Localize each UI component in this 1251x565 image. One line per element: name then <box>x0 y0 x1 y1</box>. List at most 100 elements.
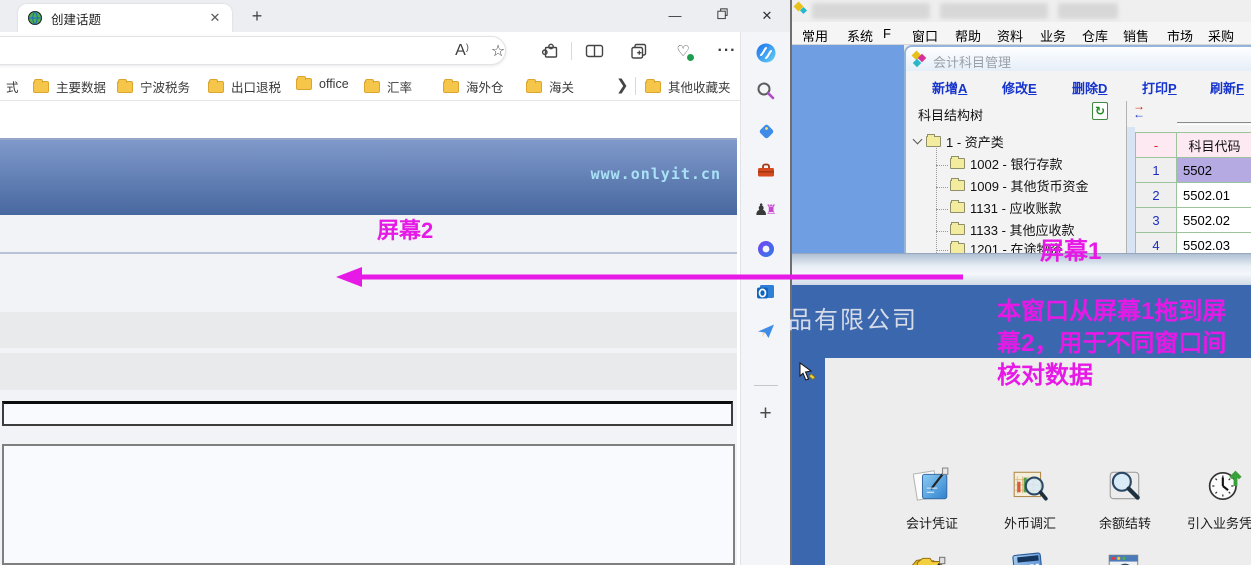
financial-report-icon <box>1105 551 1143 565</box>
read-aloud-icon[interactable]: A) <box>449 39 475 63</box>
tree-guide-stub <box>936 187 948 188</box>
table-cell[interactable]: 5502.02 <box>1176 207 1251 233</box>
shopping-tag-icon[interactable] <box>754 119 778 143</box>
table-row-number[interactable]: 1 <box>1135 157 1177 183</box>
extensions-icon[interactable] <box>538 39 564 63</box>
sidebar-add-icon[interactable]: + <box>759 402 771 426</box>
tab-close-icon[interactable]: ✕ <box>207 10 223 26</box>
table-cell[interactable]: 5502.01 <box>1176 182 1251 208</box>
menu-help[interactable]: 帮助 <box>955 26 981 45</box>
app-logo-icon <box>800 7 807 14</box>
page-divider <box>0 252 737 254</box>
table-cell-selected[interactable]: 5502 <box>1176 157 1251 183</box>
bookmark-folder[interactable]: 出口退税 <box>208 77 281 96</box>
table-cell[interactable]: 5502.03 <box>1176 232 1251 253</box>
tree-folder-icon <box>950 224 965 235</box>
body-textarea[interactable] <box>2 444 735 565</box>
table-row-number[interactable]: 2 <box>1135 182 1177 208</box>
menu-business[interactable]: 业务 <box>1040 26 1066 45</box>
redacted-title-text <box>1058 3 1118 19</box>
screenshot-root: 创建话题 ✕ + — ✕ A) ☆ <box>0 0 1251 565</box>
module-balance-carryover[interactable]: 余额结转 <box>1077 467 1173 532</box>
menu-sales[interactable]: 销售 <box>1123 26 1149 45</box>
desktop-blue-panel <box>792 45 904 253</box>
browser-tab[interactable]: 创建话题 ✕ <box>18 4 232 32</box>
module-import-voucher[interactable]: 引入业务凭证 <box>1178 467 1251 532</box>
tree-node-root[interactable]: 1 - 资产类 <box>914 132 1004 151</box>
company-window-titlebar[interactable]: 品有限公司 <box>792 285 1251 358</box>
forex-icon <box>1011 467 1049 505</box>
new-tab-button[interactable]: + <box>246 5 268 27</box>
refresh-tree-icon[interactable]: ↻ <box>1092 102 1108 120</box>
chevron-down-icon[interactable] <box>913 135 923 145</box>
favorite-star-icon[interactable]: ☆ <box>485 39 511 63</box>
drop-send-icon[interactable] <box>754 319 778 343</box>
bookmarks-divider <box>635 77 636 95</box>
refresh-button[interactable]: 刷新F <box>1210 78 1244 97</box>
bookmark-folder[interactable]: 宁波税务 <box>117 77 190 96</box>
menu-f[interactable]: F <box>883 26 891 41</box>
add-button[interactable]: 新增A <box>932 78 967 97</box>
folder-icon <box>208 81 224 93</box>
sidebar-divider <box>754 385 778 386</box>
tree-guide-stub <box>936 165 948 166</box>
bookmark-other-favorites[interactable]: 其他收藏夹 <box>645 77 731 96</box>
delete-button[interactable]: 删除D <box>1072 78 1107 97</box>
title-input[interactable] <box>2 401 733 426</box>
table-row-number[interactable]: 4 <box>1135 232 1177 253</box>
folder-icon <box>364 81 380 93</box>
module-forex-adjust[interactable]: 外币调汇 <box>982 467 1078 532</box>
print-button[interactable]: 打印P <box>1142 78 1177 97</box>
bookmarks-overflow-chevron-icon[interactable]: ❯ <box>616 76 629 94</box>
tree-node[interactable]: 1002 - 银行存款 <box>950 154 1062 173</box>
menu-common[interactable]: 常用 <box>802 26 828 45</box>
window-restore-button[interactable] <box>707 5 737 27</box>
more-options-icon[interactable]: ··· <box>714 39 740 63</box>
site-banner: www.onlyit.cn <box>0 138 737 215</box>
filter-input-line[interactable] <box>1177 122 1251 125</box>
swap-columns-icon[interactable]: →← <box>1133 102 1145 118</box>
copilot-icon[interactable] <box>754 41 778 65</box>
edit-button[interactable]: 修改E <box>1002 78 1037 97</box>
menu-purchase[interactable]: 采购 <box>1208 26 1234 45</box>
window-minimize-button[interactable]: — <box>660 5 690 27</box>
module-accounting-voucher[interactable]: 会计凭证 <box>884 467 980 532</box>
module-voucher-report[interactable]: 凭证报表 <box>980 551 1076 565</box>
menu-warehouse[interactable]: 仓库 <box>1082 26 1108 45</box>
bookmark-folder[interactable]: 海外仓 <box>443 77 504 96</box>
erp-app-window: 常用 系统 F 窗口 帮助 资料 业务 仓库 销售 市场 采购 会计科目管理 新… <box>790 0 1251 565</box>
tree-node[interactable]: 1201 - 在途物资 <box>950 239 1062 253</box>
microsoft-365-icon[interactable] <box>754 237 778 261</box>
bookmark-folder[interactable]: 汇率 <box>364 77 412 96</box>
tree-node[interactable]: 1009 - 其他货币资金 <box>950 176 1088 195</box>
folder-icon <box>645 81 661 93</box>
toolbox-icon[interactable] <box>754 158 778 182</box>
outlook-icon[interactable] <box>754 280 778 304</box>
bookmark-folder[interactable]: office <box>296 77 349 91</box>
module-ledger-query[interactable]: 账簿查询 <box>881 551 977 565</box>
browser-essentials-icon[interactable]: ♡ <box>670 39 696 63</box>
split-screen-icon[interactable] <box>581 39 607 63</box>
tree-node[interactable]: 1131 - 应收账款 <box>950 198 1062 217</box>
bookmark-folder[interactable]: 海关 <box>526 77 574 96</box>
table-header-code: 科目代码 <box>1176 132 1251 158</box>
menu-data[interactable]: 资料 <box>997 26 1023 45</box>
module-label: 会计凭证 <box>884 513 980 532</box>
window-edge-bar[interactable] <box>792 253 1251 285</box>
menu-market[interactable]: 市场 <box>1167 26 1193 45</box>
search-icon[interactable] <box>754 79 778 103</box>
bookmark-item[interactable]: 式 <box>6 77 19 96</box>
games-icon[interactable]: ♟♜ <box>754 198 778 222</box>
tree-node[interactable]: 1133 - 其他应收款 <box>950 220 1075 239</box>
collections-icon[interactable] <box>626 39 652 63</box>
menu-system[interactable]: 系统 <box>847 26 873 45</box>
page-top-band <box>0 101 737 138</box>
module-financial-report[interactable]: 财务报告 <box>1076 551 1172 565</box>
table-row-number[interactable]: 3 <box>1135 207 1177 233</box>
window-close-button[interactable]: ✕ <box>752 5 782 27</box>
subject-window-titlebar[interactable]: 会计科目管理 <box>906 47 1251 71</box>
subject-window-title: 会计科目管理 <box>933 52 1011 71</box>
menu-window[interactable]: 窗口 <box>912 26 938 45</box>
address-bar[interactable]: A) ☆ <box>0 36 506 65</box>
bookmark-folder[interactable]: 主要数据 <box>33 77 106 96</box>
